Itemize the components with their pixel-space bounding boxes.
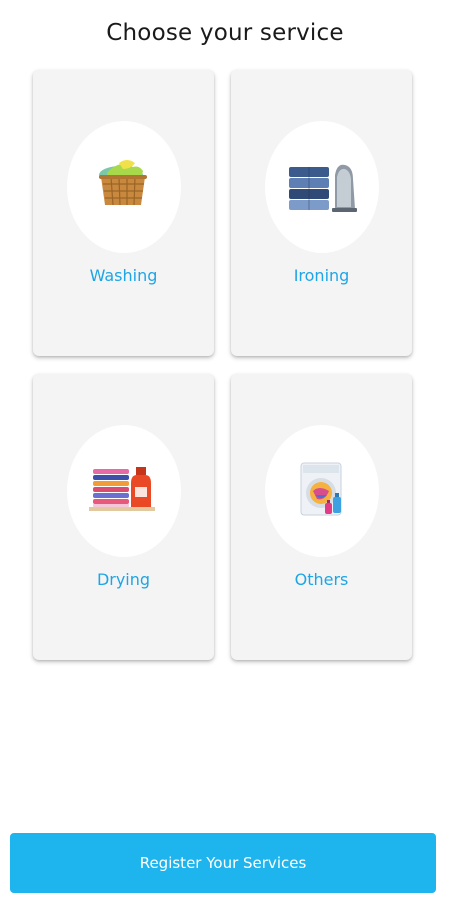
service-icon-circle — [265, 425, 379, 557]
folded-clothes-detergent-icon — [89, 467, 155, 511]
service-label-washing: Washing — [89, 266, 158, 285]
service-label-others: Others — [294, 570, 349, 589]
page-title: Choose your service — [106, 20, 344, 46]
laundry-basket-icon — [99, 160, 147, 206]
register-services-button[interactable]: Register Your Services — [10, 833, 436, 893]
service-card-others[interactable]: Others — [231, 374, 412, 660]
service-card-ironing[interactable]: Ironing — [231, 70, 412, 356]
folded-shirts-iron-icon — [289, 164, 357, 212]
service-label-drying: Drying — [96, 570, 151, 589]
service-icon-circle — [67, 425, 181, 557]
service-card-drying[interactable]: Drying — [33, 374, 214, 660]
service-label-ironing: Ironing — [293, 266, 350, 285]
service-icon-circle — [67, 121, 181, 253]
service-card-washing[interactable]: Washing — [33, 70, 214, 356]
service-icon-circle — [265, 121, 379, 253]
washing-machine-icon — [300, 462, 342, 516]
